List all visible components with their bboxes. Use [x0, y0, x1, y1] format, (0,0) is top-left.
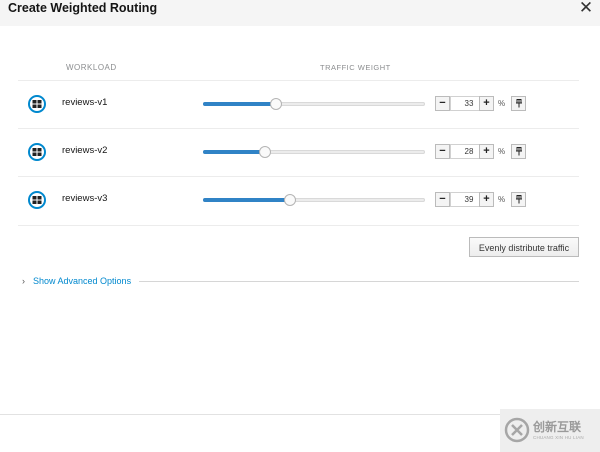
- pin-weight-button[interactable]: [511, 144, 526, 159]
- modal-header: Create Weighted Routing ✕: [0, 0, 600, 26]
- decrement-weight-button[interactable]: −: [435, 96, 450, 111]
- workload-row: reviews-v1 − + %: [0, 80, 600, 128]
- pin-icon: [516, 195, 522, 204]
- watermark-subtext: CHUANG XIN HU LIAN: [533, 435, 584, 440]
- column-header-workload: WORKLOAD: [66, 63, 117, 72]
- pin-weight-button[interactable]: [511, 96, 526, 111]
- watermark-text: 创新互联: [533, 420, 582, 434]
- workload-name: reviews-v3: [62, 193, 108, 204]
- evenly-distribute-button[interactable]: Evenly distribute traffic: [469, 237, 579, 257]
- slider-fill: [203, 102, 276, 106]
- workload-name: reviews-v1: [62, 97, 108, 108]
- pin-icon: [516, 147, 522, 156]
- workload-icon: [28, 143, 46, 161]
- workload-row: reviews-v3 − + %: [0, 176, 600, 224]
- watermark: 创新互联 CHUANG XIN HU LIAN: [500, 409, 600, 452]
- table-bottom-divider: [18, 225, 579, 226]
- decrement-weight-button[interactable]: −: [435, 192, 450, 207]
- show-advanced-options-label: Show Advanced Options: [33, 276, 132, 286]
- percent-unit: %: [498, 99, 506, 108]
- percent-unit: %: [498, 195, 506, 204]
- pin-weight-button[interactable]: [511, 192, 526, 207]
- workload-row: reviews-v2 − + %: [0, 128, 600, 176]
- advanced-divider: [139, 281, 579, 282]
- traffic-weight-slider[interactable]: [203, 146, 425, 158]
- slider-thumb[interactable]: [284, 194, 296, 206]
- column-header-traffic-weight: TRAFFIC WEIGHT: [320, 63, 391, 72]
- slider-fill: [203, 198, 290, 202]
- increment-weight-button[interactable]: +: [479, 144, 494, 159]
- traffic-weight-slider[interactable]: [203, 98, 425, 110]
- slider-thumb[interactable]: [270, 98, 282, 110]
- close-icon[interactable]: ✕: [577, 0, 595, 17]
- slider-thumb[interactable]: [259, 146, 271, 158]
- chevron-right-icon: ›: [22, 276, 25, 286]
- pin-icon: [516, 99, 522, 108]
- watermark-logo-icon: [504, 417, 530, 443]
- traffic-weight-slider[interactable]: [203, 194, 425, 206]
- slider-fill: [203, 150, 265, 154]
- increment-weight-button[interactable]: +: [479, 96, 494, 111]
- workload-icon: [28, 95, 46, 113]
- percent-unit: %: [498, 147, 506, 156]
- modal-title: Create Weighted Routing: [8, 1, 158, 15]
- workload-icon: [28, 191, 46, 209]
- workload-name: reviews-v2: [62, 145, 108, 156]
- increment-weight-button[interactable]: +: [479, 192, 494, 207]
- decrement-weight-button[interactable]: −: [435, 144, 450, 159]
